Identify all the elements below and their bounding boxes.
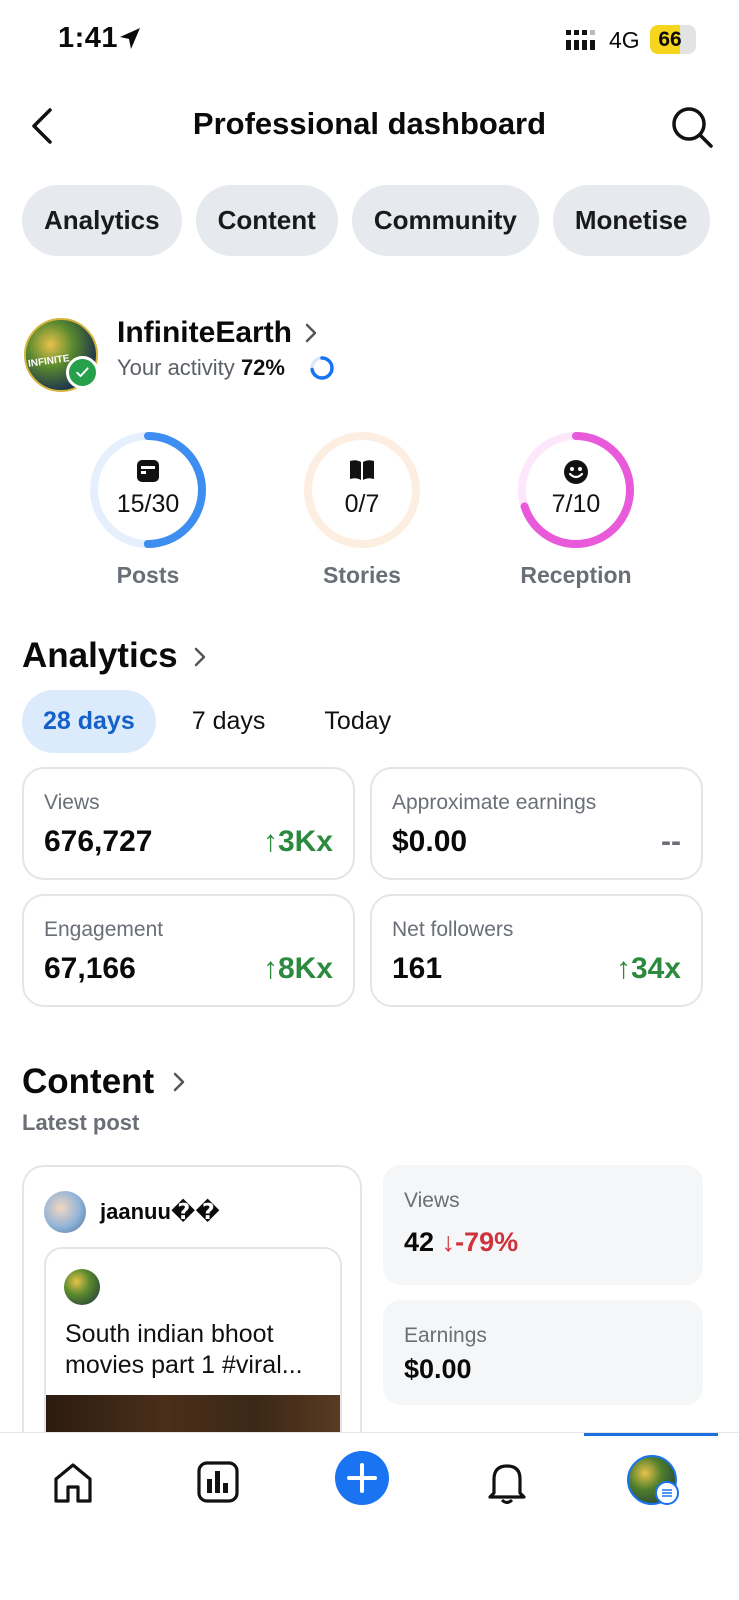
net-followers-card[interactable]: Net followers 161 ↑34x (370, 894, 703, 1007)
post-caption: South indian bhoot movies part 1 #viral.… (65, 1320, 303, 1379)
card-label: Views (44, 791, 100, 814)
stories-label: Stories (323, 562, 401, 588)
post-username: jaanuu�� (100, 1199, 220, 1224)
content-heading[interactable]: Content (22, 1062, 154, 1102)
location-arrow-icon (120, 28, 140, 49)
chevron-right-icon[interactable] (172, 1071, 186, 1093)
active-tab-indicator (584, 1433, 718, 1436)
activity-label: Your activity (117, 355, 235, 380)
card-change: ↑3Kx (262, 825, 333, 858)
card-label: Approximate earnings (392, 791, 597, 814)
card-label: Engagement (44, 918, 164, 941)
earnings-card[interactable]: Approximate earnings $0.00 -- (370, 767, 703, 880)
section-chips: Analytics Content Community Monetise (22, 185, 710, 256)
page-title: Professional dashboard (192, 106, 547, 141)
card-value: 67,166 (44, 952, 136, 985)
arrow-up-icon: ↑ (615, 952, 631, 985)
stat-label: Earnings (404, 1324, 487, 1347)
card-change: -- (661, 825, 681, 858)
chip-analytics[interactable]: Analytics (22, 185, 182, 256)
latest-post-card[interactable]: jaanuu�� South indian bhoot movies part … (22, 1165, 362, 1465)
latest-post-label: Latest post (22, 1110, 140, 1135)
smile-icon (516, 458, 636, 491)
arrow-up-icon: ↑ (262, 952, 278, 985)
chevron-right-icon[interactable] (193, 646, 207, 668)
analytics-heading[interactable]: Analytics (22, 636, 178, 676)
chip-content[interactable]: Content (195, 185, 338, 256)
activity-value: 72% (240, 355, 285, 380)
verified-check-icon (66, 356, 99, 389)
status-time: 1:41 (58, 22, 119, 54)
posts-label: Posts (116, 562, 180, 588)
card-value: $0.00 (392, 825, 468, 858)
home-icon[interactable] (48, 1457, 98, 1507)
signal-icon (566, 30, 595, 50)
create-icon[interactable] (335, 1451, 389, 1505)
menu-badge-icon (655, 1481, 679, 1505)
avatar (64, 1269, 100, 1305)
profile-name[interactable]: InfiniteEarth (117, 316, 292, 350)
arrow-down-icon: ↓ (441, 1227, 456, 1257)
book-icon (302, 458, 422, 487)
card-value: 676,727 (44, 825, 153, 858)
battery-icon: 66 (650, 25, 696, 54)
post-icon (88, 458, 208, 489)
chip-community[interactable]: Community (351, 185, 539, 256)
stories-value: 0/7 (344, 490, 380, 518)
card-label: Net followers (392, 918, 514, 941)
stat-value: 42 ↓-79% (404, 1227, 519, 1257)
range-tabs: 28 days 7 days Today (22, 690, 412, 753)
arrow-up-icon: ↑ (262, 825, 278, 858)
card-change: ↑8Kx (262, 952, 333, 985)
card-change: ↑34x (615, 952, 681, 985)
tab-28-days[interactable]: 28 days (22, 690, 156, 753)
activity-row[interactable]: Your activity 72% (117, 355, 285, 381)
chevron-right-icon[interactable] (304, 322, 318, 344)
activity-progress-icon (310, 356, 334, 380)
insights-icon[interactable] (193, 1457, 243, 1507)
posts-value: 15/30 (116, 490, 180, 518)
card-value: 161 (392, 952, 443, 985)
status-bar: 1:41 4G 66 (0, 0, 739, 80)
avatar-logo-text: INFINITE (27, 353, 71, 370)
network-type: 4G (609, 27, 640, 53)
stat-value: $0.00 (404, 1354, 472, 1384)
notifications-icon[interactable] (482, 1457, 532, 1507)
bottom-nav (0, 1432, 739, 1600)
avatar (44, 1191, 86, 1233)
post-earnings-stat: Earnings $0.00 (383, 1300, 703, 1405)
battery-level: 66 (658, 28, 682, 51)
views-card[interactable]: Views 676,727 ↑3Kx (22, 767, 355, 880)
reception-label: Reception (520, 562, 632, 588)
tab-today[interactable]: Today (303, 690, 412, 753)
reception-value: 7/10 (551, 490, 601, 518)
tab-7-days[interactable]: 7 days (171, 690, 287, 753)
chip-monetise[interactable]: Monetise (552, 185, 710, 256)
search-icon[interactable] (668, 103, 716, 151)
post-views-stat: Views 42 ↓-79% (383, 1165, 703, 1285)
engagement-card[interactable]: Engagement 67,166 ↑8Kx (22, 894, 355, 1007)
stat-label: Views (404, 1189, 460, 1212)
